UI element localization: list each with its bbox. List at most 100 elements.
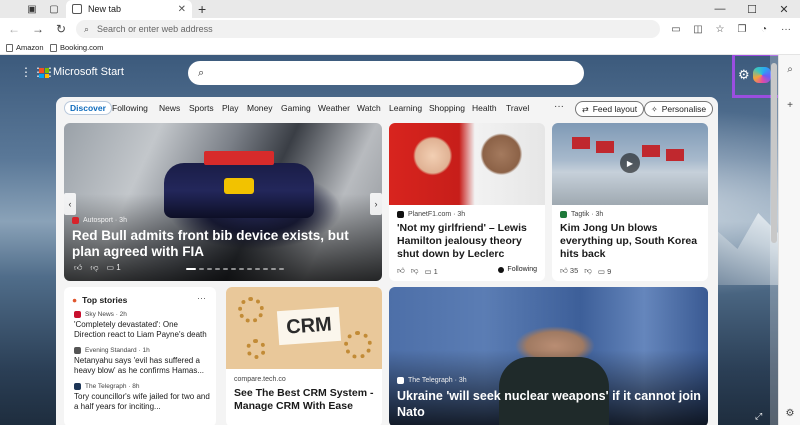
like-icon[interactable]: 👍︎ 35 [560,266,578,276]
source-logo-icon [74,347,81,354]
profile-icon[interactable]: ◔ [756,21,772,37]
tab-shopping[interactable]: Shopping [429,103,465,113]
card-headline[interactable]: See The Best CRM System - Manage CRM Wit… [234,387,376,413]
tab-following[interactable]: Following [112,103,148,113]
hero-image-detail [224,178,254,194]
dislike-icon[interactable]: 👎︎ [584,266,592,276]
source-logo-icon [74,383,81,390]
close-tab-icon[interactable]: ✕ [178,4,186,15]
navigation-toolbar: ← → ↻ ⌕ Search or enter web address ▭ ◫ … [0,18,800,40]
more-options-icon[interactable]: ··· [197,293,206,303]
reader-icon[interactable]: ▭ [668,21,684,37]
like-icon[interactable]: 👍︎ [397,266,405,276]
story-headline[interactable]: Tory councillor's wife jailed for two an… [74,392,210,412]
expand-icon[interactable]: ⤢ [755,411,762,422]
card-headline[interactable]: Ukraine 'will seek nuclear weapons' if i… [397,388,702,420]
tab-new-tab[interactable]: New tab ✕ [66,0,192,18]
following-icon [498,266,505,273]
layout-icon: ⇄ [582,104,589,114]
sponsored-card-crm[interactable]: CRM compare.tech.co See The Best CRM Sys… [226,287,382,425]
search-sidebar-icon[interactable]: ⌕ [782,61,798,77]
tab-news[interactable]: News [159,103,180,113]
tab-health[interactable]: Health [472,103,497,113]
tab-money[interactable]: Money [247,103,273,113]
feed-layout-label: Feed layout [592,104,638,114]
search-icon: ⌕ [84,23,90,34]
tab-discover[interactable]: Discover [64,101,112,115]
following-badge[interactable]: Following [498,266,537,273]
card-headline[interactable]: Kim Jong Un blows everything up, South K… [560,222,702,261]
card-source-label: compare.tech.co [234,376,286,383]
trending-icon: ● [72,295,78,305]
brand-title[interactable]: Microsoft Start [53,66,124,78]
sidebar-settings-icon[interactable]: ⚙ [782,405,798,421]
minimize-icon[interactable]: — [704,0,736,18]
carousel-indicators [186,268,284,270]
maximize-icon[interactable]: ☐ [736,0,768,18]
copilot-icon[interactable] [753,67,771,83]
story-headline[interactable]: 'Completely devastated': One Direction r… [74,320,210,340]
tab-play[interactable]: Play [222,103,239,113]
play-video-icon[interactable]: ▶ [620,153,640,173]
page-settings-icon[interactable]: ⚙ [738,67,750,83]
card-source: Tagtik · 3h [560,211,603,218]
bookmark-amazon[interactable]: Amazon [6,41,44,54]
dislike-icon[interactable]: 👎︎ [411,266,419,276]
story-headline[interactable]: Netanyahu says 'evil has suffered a heav… [74,356,210,376]
news-card-kim-jong-un[interactable]: ▶ Tagtik · 3h Kim Jong Un blows everythi… [552,123,708,281]
refresh-icon[interactable]: ↻ [53,21,69,37]
carousel-prev-icon[interactable]: ‹ [64,193,76,215]
forward-icon[interactable]: → [30,21,46,37]
bookmark-page-icon [6,43,13,52]
source-logo-icon [397,377,404,384]
carousel-next-icon[interactable]: › [370,193,382,215]
news-card-hamilton[interactable]: PlanetF1.com · 3h 'Not my girlfriend' – … [389,123,545,281]
split-screen-icon[interactable]: ◫ [690,21,706,37]
address-bar[interactable]: ⌕ Search or enter web address [76,20,660,38]
dislike-icon[interactable]: 👎︎ [90,263,98,273]
list-item[interactable]: Evening Standard · 1h Netanyahu says 'ev… [74,347,210,376]
app-launcher-icon[interactable]: ⋮⋮⋮ [20,66,56,78]
tab-sports[interactable]: Sports [189,103,214,113]
feed-layout-button[interactable]: ⇄ Feed layout [575,101,645,117]
new-tab-button[interactable]: + [198,0,206,18]
tab-learning[interactable]: Learning [389,103,422,113]
bookmark-booking[interactable]: Booking.com [50,41,103,54]
like-icon[interactable]: 👍︎ [74,263,82,273]
news-card-image [389,123,545,205]
tab-weather[interactable]: Weather [318,103,350,113]
comment-icon[interactable]: ▭ 9 [598,267,611,276]
card-actions: 👍︎ 35 👎︎ ▭ 9 [560,266,611,276]
more-options-icon[interactable]: ··· [778,21,794,37]
scrollbar[interactable] [770,55,778,425]
news-card-image: CRM [226,287,382,369]
personalise-button[interactable]: ✧ Personalise [644,101,714,117]
list-item[interactable]: The Telegraph · 8h Tory councillor's wif… [74,383,210,412]
card-source-label: PlanetF1.com · 3h [408,211,466,218]
card-headline[interactable]: 'Not my girlfriend' – Lewis Hamilton jea… [397,222,539,261]
close-window-icon[interactable]: ✕ [768,0,800,18]
page-icon [72,4,82,14]
card-source: PlanetF1.com · 3h [397,211,465,218]
comment-icon[interactable]: ▭ 1 [424,267,437,276]
more-tabs-button[interactable]: ··· [554,101,564,112]
collections-icon[interactable]: ❐ [734,21,750,37]
add-sidebar-app-icon[interactable]: + [782,97,798,113]
tab-gaming[interactable]: Gaming [281,103,311,113]
favorites-icon[interactable]: ☆ [712,21,728,37]
list-item[interactable]: Sky News · 2h 'Completely devastated': O… [74,311,210,340]
back-icon[interactable]: ← [6,21,22,37]
feature-card-ukraine[interactable]: The Telegraph · 3h Ukraine 'will seek nu… [389,287,708,425]
source-logo-icon [72,217,79,224]
comment-icon[interactable]: ▭ 1 [107,263,121,273]
tab-travel[interactable]: Travel [506,103,529,113]
top-stories-title: Top stories [82,295,128,305]
workspaces-icon[interactable]: ▣ [24,1,40,17]
tab-title: New tab [88,4,122,14]
scrollbar-thumb[interactable] [771,63,777,243]
web-search-input[interactable]: ⌕ [188,55,778,98]
hero-headline[interactable]: Red Bull admits front bib device exists,… [72,228,362,260]
tab-actions-icon[interactable]: ▢ [46,1,62,17]
hero-carousel-card[interactable]: ‹ › Autosport · 3h Red Bull admits front… [64,123,382,281]
tab-watch[interactable]: Watch [357,103,381,113]
